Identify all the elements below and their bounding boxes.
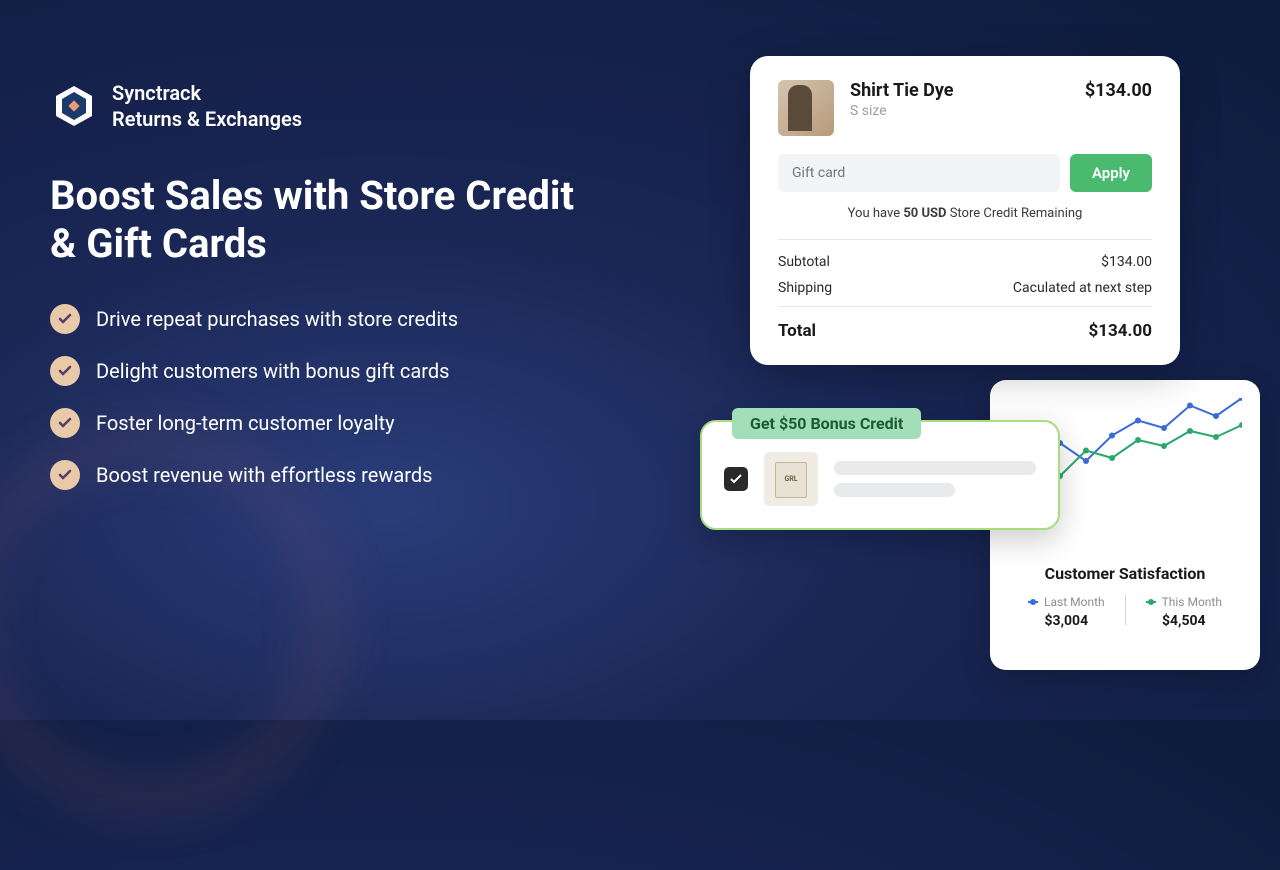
product-image xyxy=(778,80,834,136)
shipping-label: Shipping xyxy=(778,280,832,296)
bullet-item: Foster long-term customer loyalty xyxy=(50,408,610,438)
legend-dot-icon xyxy=(1028,601,1038,603)
product-price: $134.00 xyxy=(1085,80,1152,101)
divider xyxy=(778,239,1152,240)
subtotal-label: Subtotal xyxy=(778,254,830,270)
shipping-row: Shipping Caculated at next step xyxy=(778,280,1152,296)
product-row: Shirt Tie Dye S size $134.00 xyxy=(778,80,1152,136)
bonus-checkbox[interactable] xyxy=(724,467,748,491)
brand-line2: Returns & Exchanges xyxy=(112,106,302,132)
bullet-item: Boost revenue with effortless rewards xyxy=(50,460,610,490)
legend-divider xyxy=(1125,595,1126,625)
shipping-value: Caculated at next step xyxy=(1013,280,1152,296)
credit-remaining-msg: You have 50 USD Store Credit Remaining xyxy=(778,206,1152,221)
brand-line1: Synctrack xyxy=(112,80,302,106)
bonus-credit-card: Get $50 Bonus Credit xyxy=(700,420,1060,530)
check-icon xyxy=(50,460,80,490)
product-name: Shirt Tie Dye xyxy=(850,80,1069,101)
bullet-item: Drive repeat purchases with store credit… xyxy=(50,304,610,334)
subtotal-row: Subtotal $134.00 xyxy=(778,254,1152,270)
legend-dot-icon xyxy=(1146,601,1156,603)
headline: Boost Sales with Store Credit & Gift Car… xyxy=(50,172,610,268)
brand-block: Synctrack Returns & Exchanges xyxy=(50,80,610,132)
bullet-text: Drive repeat purchases with store credit… xyxy=(96,307,458,331)
legend-this-month: This Month $4,504 xyxy=(1146,595,1222,629)
checkout-card: Shirt Tie Dye S size $134.00 Apply You h… xyxy=(750,56,1180,365)
bullet-text: Foster long-term customer loyalty xyxy=(96,411,395,435)
subtotal-value: $134.00 xyxy=(1101,254,1152,270)
bullet-item: Delight customers with bonus gift cards xyxy=(50,356,610,386)
brand-text: Synctrack Returns & Exchanges xyxy=(112,80,302,132)
divider xyxy=(778,306,1152,307)
total-value: $134.00 xyxy=(1089,321,1152,341)
check-icon xyxy=(50,356,80,386)
bullet-text: Boost revenue with effortless rewards xyxy=(96,463,432,487)
apply-button[interactable]: Apply xyxy=(1070,154,1152,192)
total-row: Total $134.00 xyxy=(778,321,1152,341)
bonus-placeholders xyxy=(834,461,1036,497)
marketing-copy: Synctrack Returns & Exchanges Boost Sale… xyxy=(50,80,610,490)
legend-last-value: $3,004 xyxy=(1045,613,1089,629)
legend-this-value: $4,504 xyxy=(1162,613,1206,629)
bullet-text: Delight customers with bonus gift cards xyxy=(96,359,449,383)
giftcard-row: Apply xyxy=(778,154,1152,192)
bonus-product-image xyxy=(764,452,818,506)
giftcard-input[interactable] xyxy=(778,154,1060,192)
logo-icon xyxy=(50,82,98,130)
satisfaction-legend: Last Month $3,004 This Month $4,504 xyxy=(1008,595,1242,629)
check-icon xyxy=(50,408,80,438)
product-info: Shirt Tie Dye S size xyxy=(850,80,1069,119)
bonus-badge: Get $50 Bonus Credit xyxy=(732,408,921,439)
placeholder-line xyxy=(834,483,955,497)
check-icon xyxy=(50,304,80,334)
placeholder-line xyxy=(834,461,1036,475)
legend-last-month: Last Month $3,004 xyxy=(1028,595,1105,629)
total-label: Total xyxy=(778,321,816,341)
product-variant: S size xyxy=(850,103,1069,119)
satisfaction-title: Customer Satisfaction xyxy=(1008,564,1242,583)
bullet-list: Drive repeat purchases with store credit… xyxy=(50,304,610,490)
